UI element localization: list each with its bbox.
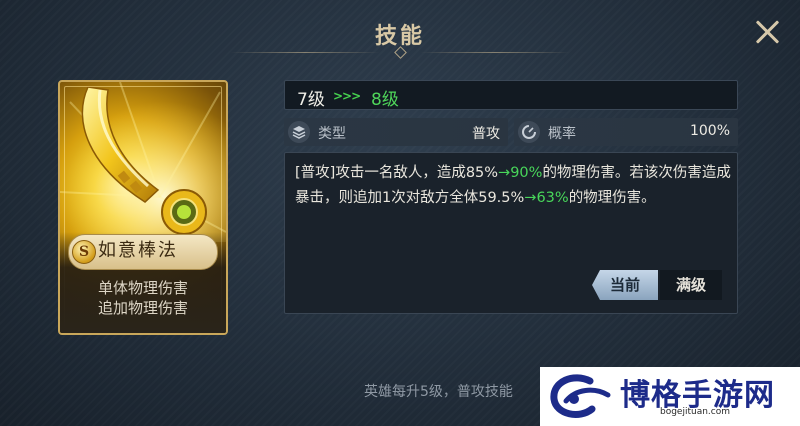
desc-upgrade-1: →90% xyxy=(498,165,543,181)
stat-type-value: 普攻 xyxy=(472,126,500,142)
tab-max-level[interactable]: 满级 xyxy=(660,270,722,300)
skill-dialog: 技能 S 如意棒法 单体物理伤害 追加物理伤害 7级 >>> 8级 类型 普攻 … xyxy=(0,0,800,426)
gauge-icon xyxy=(518,121,540,143)
title-divider-left xyxy=(230,52,380,53)
watermark-url: bogejituan.com xyxy=(660,407,731,417)
watermark-logo-icon xyxy=(550,374,611,418)
stat-prob-label: 概率 xyxy=(548,126,576,142)
level-bar: 7级 >>> 8级 xyxy=(284,80,738,110)
skill-card: S 如意棒法 单体物理伤害 追加物理伤害 xyxy=(58,80,228,335)
stat-type-label: 类型 xyxy=(318,126,346,142)
skill-rank-badge: S xyxy=(72,240,96,264)
stat-type-row: 类型 普攻 xyxy=(284,118,508,146)
desc-part-3: 的物理伤害。 xyxy=(568,190,656,206)
next-level: 8级 xyxy=(371,90,399,110)
skill-tag-2: 追加物理伤害 xyxy=(97,299,188,317)
current-level: 7级 xyxy=(297,90,325,110)
footer-tip: 英雄每升5级，普攻技能 xyxy=(364,384,513,400)
desc-part-1: [普攻]攻击一名敌人，造成85% xyxy=(295,165,499,181)
skill-tag-1: 单体物理伤害 xyxy=(97,279,188,297)
stat-prob-value: 100% xyxy=(689,123,730,139)
stat-prob-row: 概率 100% xyxy=(514,118,738,146)
desc-upgrade-2: →63% xyxy=(524,190,569,206)
watermark: 博格手游网 bogejituan.com xyxy=(540,367,800,426)
tab-current[interactable]: 当前 xyxy=(592,270,658,300)
layers-icon xyxy=(288,121,310,143)
title-divider-right xyxy=(420,52,570,53)
skill-description: [普攻]攻击一名敌人，造成85%→90%的物理伤害。若该次伤害造成暴击，则追加1… xyxy=(295,161,731,211)
level-up-arrows: >>> xyxy=(333,89,361,103)
skill-name: 如意棒法 xyxy=(98,240,178,261)
close-icon[interactable] xyxy=(752,16,784,48)
